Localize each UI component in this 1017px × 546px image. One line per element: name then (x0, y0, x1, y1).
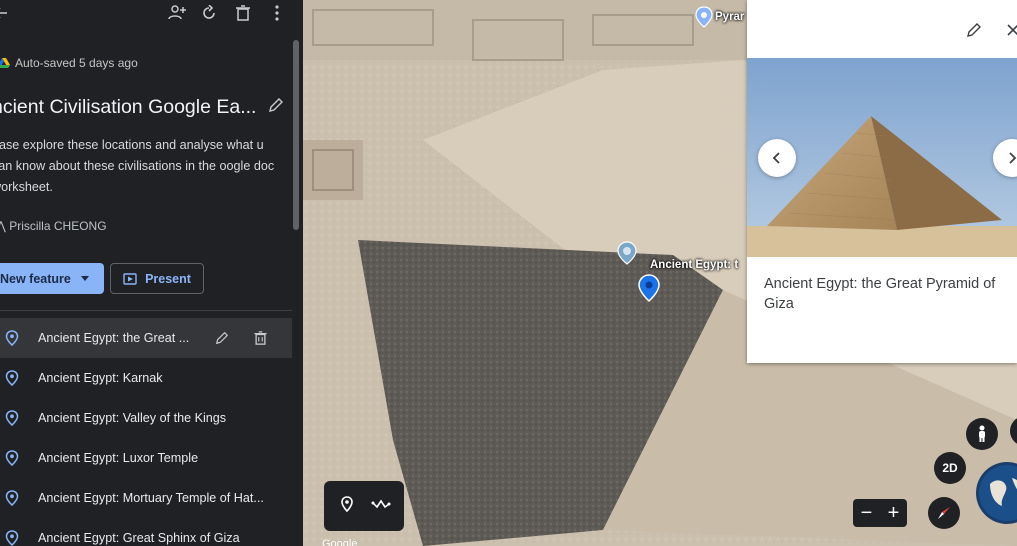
trash-icon (253, 331, 267, 345)
list-item[interactable]: Ancient Egypt: Karnak (0, 358, 292, 398)
panel-toolbar (0, 0, 303, 26)
pencil-icon (967, 23, 981, 37)
present-label: Present (145, 271, 191, 286)
map-label-text: Pyrar (715, 11, 745, 23)
globe-icon (979, 465, 1017, 521)
globe-view-button[interactable] (976, 462, 1017, 524)
map-attribution: Google (322, 538, 358, 546)
list-item[interactable]: Ancient Egypt: Great Sphinx of Giza (0, 518, 292, 546)
map-pin-icon (638, 274, 660, 303)
previous-photo-button[interactable] (758, 139, 796, 177)
sync-icon[interactable] (198, 2, 220, 24)
location-pin-icon (4, 490, 20, 506)
new-feature-label: New feature (0, 271, 71, 286)
location-pin-icon (4, 410, 20, 426)
list-item[interactable]: Ancient Egypt: the Great ... (0, 318, 292, 358)
more-vert-icon[interactable] (266, 2, 288, 24)
pencil-icon (215, 331, 229, 345)
map-pin-icon (695, 6, 713, 28)
project-panel: Auto-saved 5 days ago ncient Civilisatio… (0, 0, 303, 546)
list-item-label: Ancient Egypt: Karnak (38, 371, 163, 385)
autosave-status: Auto-saved 5 days ago (0, 56, 138, 70)
pegman-icon (979, 425, 985, 442)
map-marker-landmark[interactable] (617, 241, 637, 270)
chevron-left-icon (772, 152, 780, 164)
list-item[interactable]: Ancient Egypt: Mortuary Temple of Hat... (0, 478, 292, 518)
street-view-button[interactable] (966, 418, 998, 450)
list-item-label: Ancient Egypt: Luxor Temple (38, 451, 199, 465)
feature-info-card: Ancient Egypt: the Great Pyramid of Giza (747, 0, 1017, 363)
list-item-label: Ancient Egypt: Valley of the Kings (38, 411, 227, 425)
project-title-text: ncient Civilisation Google Ea... (0, 96, 257, 118)
panel-scrollbar[interactable] (293, 40, 299, 230)
present-button[interactable]: Present (110, 263, 204, 294)
delete-item-button[interactable] (251, 329, 269, 347)
landmark-pin-icon (617, 241, 637, 265)
path-icon (371, 499, 390, 508)
author-name: Priscilla CHEONG (9, 219, 107, 233)
add-placemark-button[interactable] (338, 495, 356, 518)
zoom-out-button[interactable]: − (861, 502, 873, 525)
map-drawing-toolbar (324, 481, 404, 531)
selected-marker[interactable] (638, 274, 660, 307)
view-mode-toggle[interactable]: 2D (934, 452, 966, 484)
card-header (747, 0, 1017, 58)
edit-feature-button[interactable] (964, 20, 984, 40)
back-arrow-icon[interactable] (0, 2, 12, 24)
list-item[interactable]: Ancient Egypt: Luxor Temple (0, 438, 292, 478)
panel-divider (0, 310, 292, 311)
autosave-text: Auto-saved 5 days ago (15, 56, 138, 70)
google-drive-icon (0, 58, 10, 68)
list-item-label: Ancient Egypt: Great Sphinx of Giza (38, 531, 240, 545)
chevron-right-icon (1009, 152, 1017, 164)
map-label-pyramids[interactable]: Pyrar (695, 6, 744, 28)
compass-icon (938, 507, 950, 519)
person-icon: ⋀ (0, 219, 6, 233)
feature-list: Ancient Egypt: the Great ... Ancient Egy… (0, 318, 292, 546)
slideshow-icon (123, 272, 137, 285)
map-label-pin[interactable]: Ancient Egypt: t (650, 259, 738, 271)
close-icon (1007, 24, 1017, 36)
list-item[interactable]: Ancient Egypt: Valley of the Kings (0, 398, 292, 438)
list-item-label: Ancient Egypt: the Great ... (38, 331, 190, 345)
location-pin-icon (4, 370, 20, 386)
location-pin-icon (4, 530, 20, 546)
project-description: ease explore these locations and analyse… (0, 138, 275, 194)
feature-title: Ancient Egypt: the Great Pyramid of Giza (764, 276, 996, 312)
placemark-icon (340, 495, 353, 512)
caret-down-icon (80, 276, 89, 281)
compass-button[interactable] (928, 497, 960, 529)
edit-title-button[interactable] (268, 96, 284, 119)
share-add-person-icon[interactable] (166, 2, 188, 24)
delete-project-icon[interactable] (232, 2, 254, 24)
project-title: ncient Civilisation Google Ea... (0, 96, 284, 119)
new-feature-button[interactable]: New feature (0, 263, 104, 294)
list-item-label: Ancient Egypt: Mortuary Temple of Hat... (38, 491, 264, 505)
close-card-button[interactable] (1003, 20, 1017, 40)
location-pin-icon (4, 450, 20, 466)
pencil-icon (269, 98, 284, 112)
project-author: ⋀ Priscilla CHEONG (0, 219, 107, 233)
zoom-controls: − + (853, 499, 907, 527)
location-pin-icon (4, 330, 20, 346)
zoom-in-button[interactable]: + (888, 502, 900, 525)
edit-item-button[interactable] (213, 329, 231, 347)
draw-line-button[interactable] (371, 495, 391, 518)
